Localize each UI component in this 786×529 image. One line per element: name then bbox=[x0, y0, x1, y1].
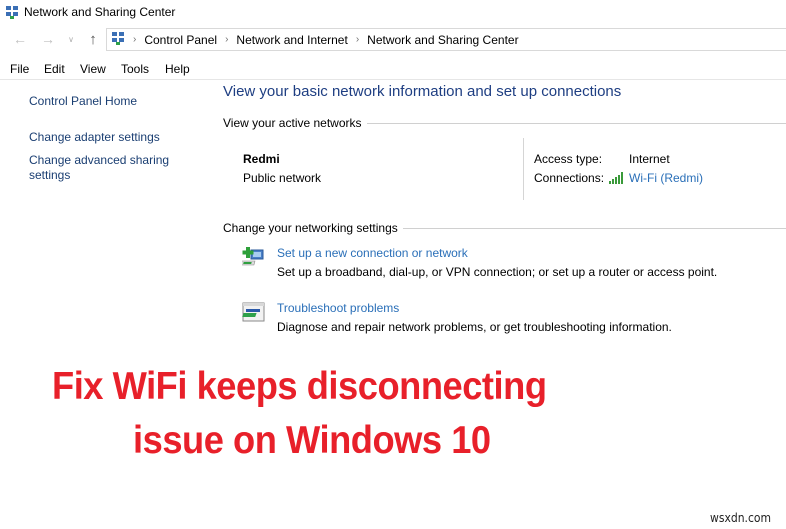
section-divider bbox=[402, 227, 786, 229]
arrow-up-icon[interactable]: ↑ bbox=[85, 31, 101, 48]
window-title: Network and Sharing Center bbox=[24, 5, 176, 19]
menu-view[interactable]: View bbox=[80, 62, 106, 76]
arrow-right-icon[interactable]: → bbox=[40, 31, 56, 47]
connections-label: Connections: bbox=[534, 171, 605, 185]
navigation-bar: ← → ∨ ↑ › Control Panel › Network and In… bbox=[0, 27, 786, 51]
troubleshoot-problems-description: Diagnose and repair network problems, or… bbox=[277, 320, 672, 334]
page-title: View your basic network information and … bbox=[223, 83, 622, 100]
network-name: Redmi bbox=[243, 152, 280, 166]
section-label: Change your networking settings bbox=[223, 221, 398, 235]
arrow-left-icon[interactable]: ← bbox=[12, 31, 28, 47]
address-bar[interactable]: › Control Panel › Network and Internet ›… bbox=[106, 28, 786, 51]
control-panel-icon bbox=[111, 31, 125, 48]
title-bar: Network and Sharing Center bbox=[0, 0, 786, 24]
vertical-divider bbox=[523, 138, 524, 200]
active-networks-section: View your active networks bbox=[223, 116, 786, 130]
network-center-icon bbox=[5, 5, 19, 22]
wifi-connection-link[interactable]: Wi-Fi (Redmi) bbox=[629, 171, 703, 185]
troubleshoot-problems-link[interactable]: Troubleshoot problems bbox=[277, 301, 399, 315]
menu-tools[interactable]: Tools bbox=[121, 62, 149, 76]
access-type-label: Access type: bbox=[534, 152, 603, 166]
watermark: wsxdn.com bbox=[710, 511, 772, 525]
section-divider bbox=[366, 122, 786, 124]
overlay-headline-line1: Fix WiFi keeps disconnecting bbox=[52, 365, 547, 408]
section-label: View your active networks bbox=[223, 116, 362, 130]
menu-help[interactable]: Help bbox=[165, 62, 190, 76]
menu-bar: File Edit View Tools Help bbox=[0, 58, 786, 80]
chevron-down-icon[interactable]: ∨ bbox=[63, 31, 79, 47]
access-type-value: Internet bbox=[629, 152, 670, 166]
troubleshoot-icon bbox=[242, 301, 266, 328]
breadcrumb-separator[interactable]: › bbox=[225, 34, 228, 45]
breadcrumb-separator: › bbox=[133, 34, 137, 45]
breadcrumb-control-panel[interactable]: Control Panel bbox=[144, 33, 217, 47]
wifi-signal-icon bbox=[609, 172, 625, 187]
menu-file[interactable]: File bbox=[10, 62, 29, 76]
menu-edit[interactable]: Edit bbox=[44, 62, 65, 76]
sidebar-item-control-panel-home[interactable]: Control Panel Home bbox=[29, 94, 137, 109]
breadcrumb-network-and-sharing-center[interactable]: Network and Sharing Center bbox=[367, 33, 518, 47]
new-connection-icon bbox=[239, 246, 266, 273]
breadcrumb-separator[interactable]: › bbox=[356, 34, 359, 45]
setup-new-connection-link[interactable]: Set up a new connection or network bbox=[277, 246, 468, 260]
overlay-headline-line2: issue on Windows 10 bbox=[133, 419, 491, 462]
breadcrumb-network-and-internet[interactable]: Network and Internet bbox=[236, 33, 347, 47]
setup-new-connection-description: Set up a broadband, dial-up, or VPN conn… bbox=[277, 265, 718, 279]
network-type[interactable]: Public network bbox=[243, 171, 321, 185]
sidebar-item-change-advanced-sharing[interactable]: Change advanced sharing settings bbox=[29, 153, 189, 183]
sidebar-item-change-adapter-settings[interactable]: Change adapter settings bbox=[29, 130, 160, 145]
change-settings-section: Change your networking settings bbox=[223, 221, 786, 235]
